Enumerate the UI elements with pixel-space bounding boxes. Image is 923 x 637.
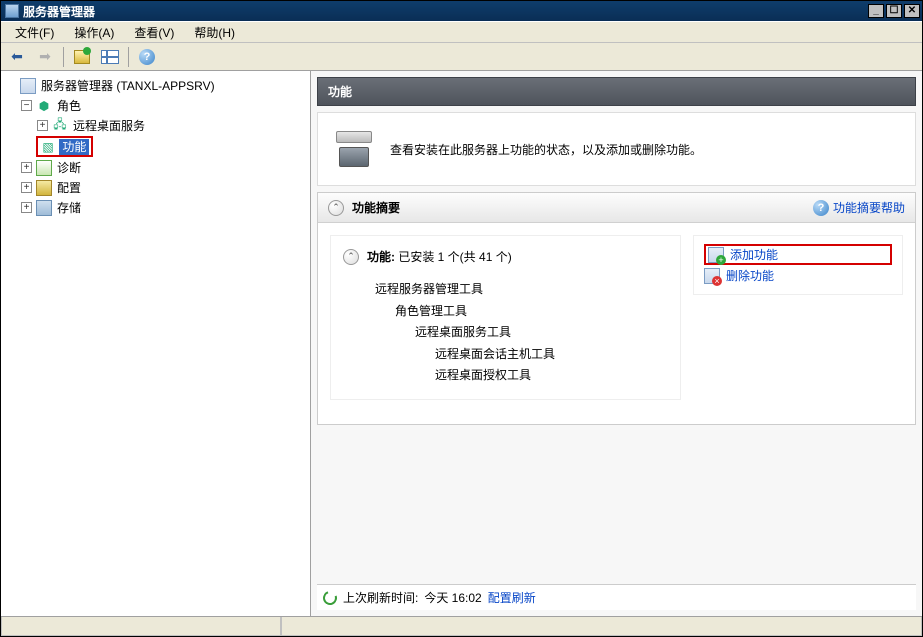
window-controls: _ ☐ ✕: [868, 4, 920, 18]
menu-action[interactable]: 操作(A): [64, 22, 124, 43]
expander-none: [21, 141, 32, 152]
toolbar-separator: [63, 47, 64, 67]
installed-head: ⌃ 功能: 已安装 1 个(共 41 个): [343, 248, 668, 265]
refresh-label: 上次刷新时间:: [343, 589, 418, 606]
tree-storage[interactable]: + 存储: [21, 198, 308, 217]
feature-item: 远程桌面服务工具: [375, 322, 668, 344]
intro-box: 查看安装在此服务器上功能的状态，以及添加或删除功能。: [317, 112, 916, 186]
installed-tree: 远程服务器管理工具 角色管理工具 远程桌面服务工具 远程桌面会话主机工具 远程桌…: [343, 279, 668, 387]
help-icon: ?: [139, 49, 155, 65]
status-cell: [281, 617, 922, 636]
menubar: 文件(F) 操作(A) 查看(V) 帮助(H): [1, 21, 922, 43]
help-button[interactable]: ?: [135, 46, 159, 68]
tree-panel[interactable]: 服务器管理器 (TANXL-APPSRV) − ⬢ 角色 +: [1, 71, 311, 616]
installed-count: 已安装 1 个(共 41 个): [398, 250, 511, 264]
minimize-button[interactable]: _: [868, 4, 884, 18]
window-title: 服务器管理器: [23, 3, 868, 20]
server-icon: [20, 78, 36, 94]
toggle-tree-button[interactable]: [98, 46, 122, 68]
tree-features-label: 功能: [59, 139, 89, 155]
maximize-button[interactable]: ☐: [886, 4, 902, 18]
status-cell: [1, 617, 281, 636]
server-graphic-icon: [334, 129, 374, 169]
intro-text: 查看安装在此服务器上功能的状态，以及添加或删除功能。: [390, 141, 702, 158]
tree-roles[interactable]: − ⬢ 角色: [21, 96, 308, 115]
app-icon: [5, 4, 19, 18]
close-button[interactable]: ✕: [904, 4, 920, 18]
features-icon: ▧: [40, 139, 56, 155]
remove-feature-label: 删除功能: [726, 267, 774, 284]
roles-icon: ⬢: [36, 98, 52, 114]
menu-view[interactable]: 查看(V): [124, 22, 184, 43]
menu-file[interactable]: 文件(F): [5, 22, 64, 43]
summary-help-link[interactable]: ? 功能摘要帮助: [813, 199, 905, 216]
titlebar: 服务器管理器 _ ☐ ✕: [1, 1, 922, 21]
tree-roles-label: 角色: [54, 96, 84, 115]
remove-feature-icon: [704, 268, 720, 284]
feature-item: 远程桌面授权工具: [375, 365, 668, 387]
tree-config[interactable]: + 配置: [21, 178, 308, 197]
tree-features[interactable]: ▧ 功能: [21, 136, 308, 157]
tree-root[interactable]: 服务器管理器 (TANXL-APPSRV): [5, 76, 308, 95]
menu-help[interactable]: 帮助(H): [184, 22, 245, 43]
expander-none: [5, 80, 16, 91]
refresh-bar: 上次刷新时间: 今天 16:02 配置刷新: [317, 584, 916, 610]
arrow-left-icon: ⬅: [11, 48, 23, 65]
up-folder-button[interactable]: [70, 46, 94, 68]
expand-icon[interactable]: +: [21, 162, 32, 173]
add-feature-link[interactable]: 添加功能: [704, 244, 892, 265]
installed-label: 功能:: [367, 250, 395, 264]
expand-icon[interactable]: +: [21, 202, 32, 213]
collapse-toggle[interactable]: ⌃: [343, 249, 359, 265]
summary-body: ⌃ 功能: 已安装 1 个(共 41 个) 远程服务器管理工具 角色管理工具 远…: [318, 223, 915, 424]
summary-help-label: 功能摘要帮助: [833, 199, 905, 216]
folder-up-icon: [74, 50, 90, 64]
collapse-toggle[interactable]: ⌃: [328, 200, 344, 216]
diagnostics-icon: [36, 160, 52, 176]
highlight-features: ▧ 功能: [36, 136, 93, 157]
tree-config-label: 配置: [54, 178, 84, 197]
nav-back-button[interactable]: ⬅: [5, 46, 29, 68]
refresh-time: 今天 16:02: [424, 589, 481, 606]
refresh-icon: [321, 588, 340, 607]
rds-icon: 🖧: [52, 118, 68, 134]
summary-title: 功能摘要: [352, 199, 813, 216]
client-area: 服务器管理器 (TANXL-APPSRV) − ⬢ 角色 +: [1, 71, 922, 616]
nav-forward-button[interactable]: ➡: [33, 46, 57, 68]
expand-icon[interactable]: +: [37, 120, 48, 131]
arrow-right-icon: ➡: [39, 48, 51, 65]
tree-storage-label: 存储: [54, 198, 84, 217]
feature-item: 远程服务器管理工具: [375, 279, 668, 301]
tree-diagnostics-label: 诊断: [54, 158, 84, 177]
config-icon: [36, 180, 52, 196]
tree-root-label: 服务器管理器 (TANXL-APPSRV): [38, 76, 218, 95]
storage-icon: [36, 200, 52, 216]
tree-diagnostics[interactable]: + 诊断: [21, 158, 308, 177]
expand-icon[interactable]: +: [21, 182, 32, 193]
actions-box: 添加功能 删除功能: [693, 235, 903, 295]
add-feature-label: 添加功能: [730, 246, 778, 263]
installed-features: ⌃ 功能: 已安装 1 个(共 41 个) 远程服务器管理工具 角色管理工具 远…: [330, 235, 681, 400]
summary-panel: ⌃ 功能摘要 ? 功能摘要帮助 ⌃ 功能: 已安装 1 个(共 41 个) 远程…: [317, 192, 916, 425]
content-header: 功能: [317, 77, 916, 106]
tree-view-icon: [101, 50, 119, 64]
toolbar-separator: [128, 47, 129, 67]
remove-feature-link[interactable]: 删除功能: [704, 265, 892, 286]
feature-item: 角色管理工具: [375, 301, 668, 323]
tree-rds[interactable]: + 🖧 远程桌面服务: [37, 116, 308, 135]
add-feature-icon: [708, 247, 724, 263]
content-area: 功能 查看安装在此服务器上功能的状态，以及添加或删除功能。 ⌃ 功能摘要 ? 功…: [311, 71, 922, 616]
collapse-icon[interactable]: −: [21, 100, 32, 111]
summary-header: ⌃ 功能摘要 ? 功能摘要帮助: [318, 193, 915, 223]
feature-item: 远程桌面会话主机工具: [375, 344, 668, 366]
statusbar: [1, 616, 922, 636]
help-icon: ?: [813, 200, 829, 216]
toolbar: ⬅ ➡ ?: [1, 43, 922, 71]
tree-rds-label: 远程桌面服务: [70, 116, 148, 135]
configure-refresh-link[interactable]: 配置刷新: [488, 589, 536, 606]
